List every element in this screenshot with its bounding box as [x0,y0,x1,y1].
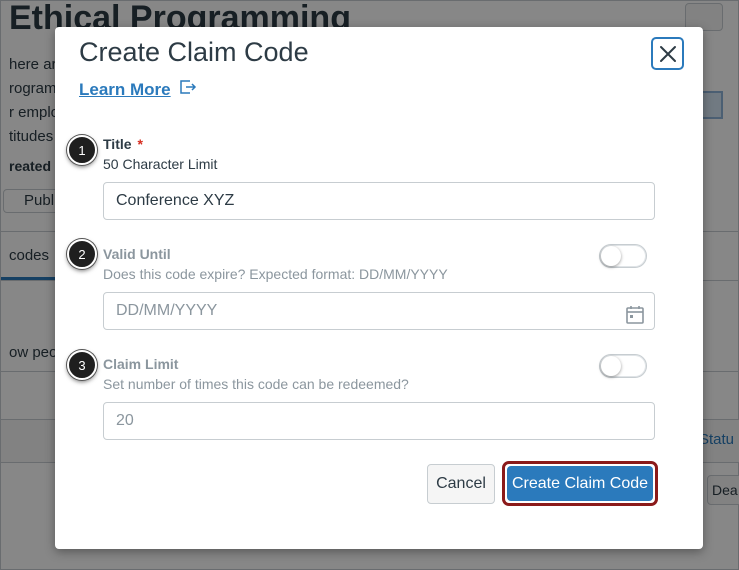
step-marker-1: 1 [67,135,97,165]
title-help: 50 Character Limit [103,156,218,172]
valid-until-date-input[interactable]: DD/MM/YYYY [103,292,655,330]
create-claim-code-button[interactable]: Create Claim Code [507,466,653,501]
claim-limit-toggle[interactable] [599,354,647,378]
calendar-icon[interactable] [626,302,644,338]
cancel-button[interactable]: Cancel [427,464,495,504]
toggle-knob [601,356,621,376]
claim-limit-input[interactable]: 20 [103,402,655,440]
required-marker: * [137,136,143,152]
valid-until-toggle[interactable] [599,244,647,268]
learn-more-link[interactable]: Learn More [79,79,197,100]
date-placeholder: DD/MM/YYYY [116,302,218,319]
title-input[interactable]: Conference XYZ [103,182,655,220]
valid-until-label: Valid Until [103,246,171,262]
claim-limit-help: Set number of times this code can be red… [103,376,409,392]
claim-limit-label: Claim Limit [103,356,179,372]
create-claim-code-dialog: Create Claim Code Learn More 1 Title * 50… [55,27,703,549]
external-link-icon [179,79,197,100]
highlight-frame: Create Claim Code [502,461,658,506]
close-icon [659,45,676,62]
close-button[interactable] [651,37,684,70]
title-label: Title * [103,136,143,152]
step-marker-2: 2 [67,239,97,269]
title-label-text: Title [103,136,132,152]
step-marker-3: 3 [67,350,97,380]
valid-until-help: Does this code expire? Expected format: … [103,266,448,282]
dialog-title: Create Claim Code [79,37,309,67]
learn-more-label: Learn More [79,79,171,99]
toggle-knob [601,246,621,266]
